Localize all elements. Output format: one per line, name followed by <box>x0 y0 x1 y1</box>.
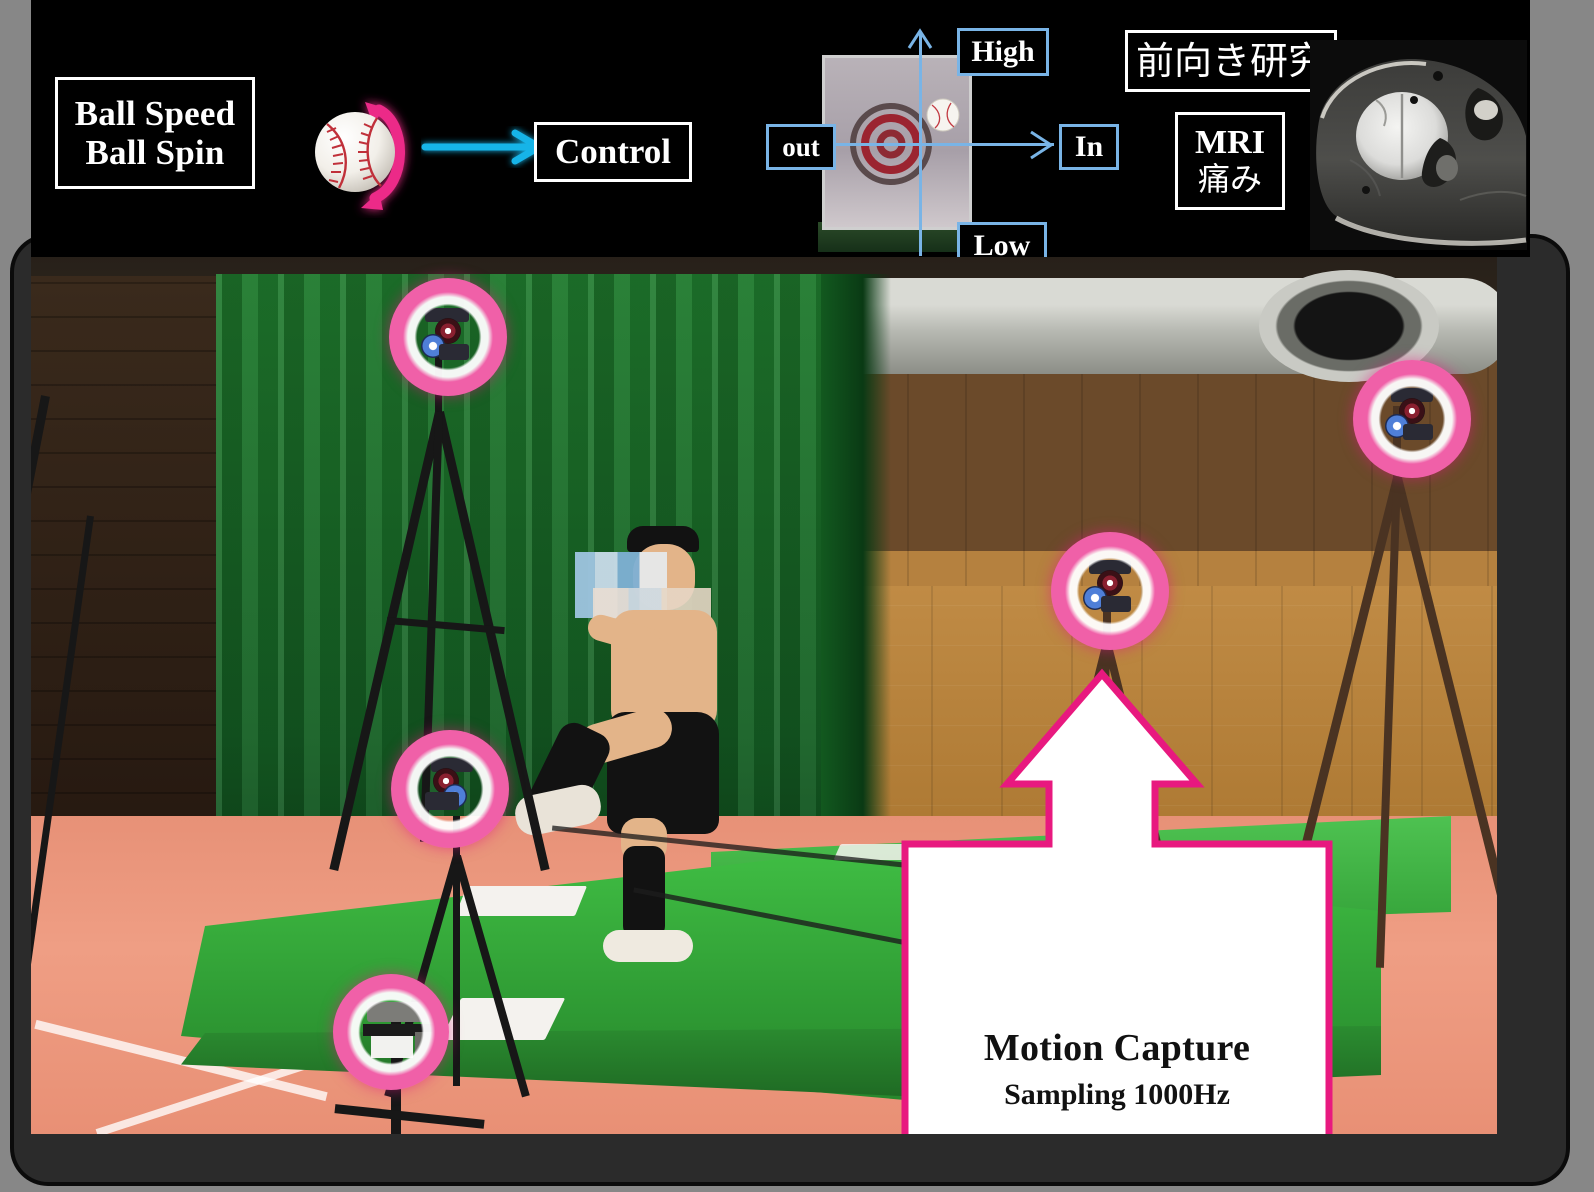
motion-capture-callout[interactable]: Motion Capture Sampling 1000Hz <box>897 666 1337 1134</box>
target-label-high: High <box>957 28 1049 76</box>
prospective-study-label: 前向き研究 <box>1135 38 1326 83</box>
pole-left-diagonal <box>31 395 271 1096</box>
in-label: In <box>1074 130 1104 163</box>
callout-text-group: Motion Capture Sampling 1000Hz <box>897 1026 1337 1112</box>
pain-label: 痛み <box>1197 160 1262 199</box>
highlight-ring-mid-left <box>391 730 509 848</box>
ball-metrics-box: Ball Speed Ball Spin <box>55 77 255 189</box>
high-label: High <box>971 35 1035 68</box>
tripod-top-right <box>1267 406 1497 1006</box>
low-label: Low <box>973 229 1031 257</box>
baseball-spin-icon <box>303 88 433 218</box>
cyan-flow-arrow-icon <box>421 126 551 168</box>
target-label-in: In <box>1059 124 1119 170</box>
highlight-ring-top-right <box>1353 360 1471 478</box>
target-baseball-icon <box>926 98 960 132</box>
control-label: Control <box>554 132 672 172</box>
callout-subtitle: Sampling 1000Hz <box>1004 1078 1230 1111</box>
control-box: Control <box>534 122 692 182</box>
pitcher-support-shoe <box>603 930 693 962</box>
top-banner: Ball Speed Ball Spin Control High Low In… <box>31 0 1530 257</box>
shoulder-mri-image <box>1310 40 1527 250</box>
axis-right-arrowhead-icon <box>1030 130 1054 160</box>
highlight-ring-top-left <box>389 278 507 396</box>
slide-root: Motion Capture Sampling 1000Hz Ball Spee… <box>0 0 1594 1192</box>
target-label-low: Low <box>957 222 1047 257</box>
mri-label: MRI <box>1195 124 1265 162</box>
photo-viewport: Motion Capture Sampling 1000Hz <box>31 256 1497 1134</box>
photo-bezel: Motion Capture Sampling 1000Hz <box>14 238 1566 1182</box>
mri-pain-box: MRI 痛み <box>1175 112 1285 210</box>
green-curtain-edge <box>821 274 891 904</box>
prospective-study-box: 前向き研究 <box>1125 30 1337 92</box>
highlight-ring-bottom-left <box>333 974 449 1090</box>
callout-title: Motion Capture <box>983 1027 1251 1069</box>
highlight-ring-center-right <box>1051 532 1169 650</box>
lab-photo: Motion Capture Sampling 1000Hz <box>31 256 1497 1134</box>
axis-up-arrowhead-icon <box>907 28 933 49</box>
ball-speed-label: Ball Speed <box>74 93 236 133</box>
out-label: out <box>782 131 820 162</box>
target-label-out: out <box>766 124 836 170</box>
ball-spin-label: Ball Spin <box>85 133 225 172</box>
